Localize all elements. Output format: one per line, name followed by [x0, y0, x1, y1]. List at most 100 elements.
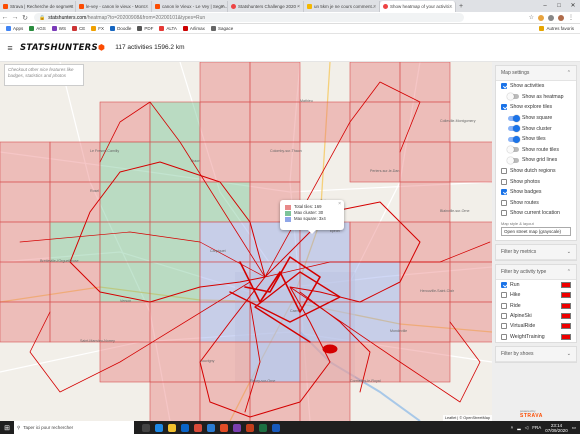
checkbox[interactable] [501, 281, 507, 288]
language-indicator[interactable]: FRA [532, 425, 541, 430]
edge-icon[interactable] [155, 423, 163, 432]
bookmark-item[interactable]: WS [51, 26, 66, 31]
activity-type-row[interactable]: Ride [496, 300, 576, 310]
chevron-up-icon[interactable]: ⌃ [567, 269, 571, 275]
tab-close-icon[interactable]: × [297, 4, 300, 10]
tab-close-icon[interactable]: × [373, 4, 376, 10]
checkbox[interactable] [501, 168, 507, 175]
bookmark-item[interactable]: Doodle [110, 26, 131, 31]
filter-type-header[interactable]: Filter by activity type ⌃ [496, 264, 576, 280]
more-menu-icon[interactable]: ⋮ [568, 14, 574, 21]
clock[interactable]: 23:14 07/09/2020 [545, 423, 568, 433]
color-picker[interactable] [561, 313, 571, 320]
checkbox[interactable] [501, 104, 507, 111]
setting-option[interactable]: Show as heatmap [496, 92, 576, 103]
toggle-switch[interactable] [508, 114, 520, 122]
toggle-switch[interactable] [508, 125, 520, 133]
bookmark-item[interactable]: AGS [29, 26, 46, 31]
taskbar-search[interactable]: ⚲ Taper ici pour rechercher [14, 421, 134, 434]
chrome-icon[interactable] [220, 423, 228, 432]
excel-icon[interactable] [259, 423, 267, 432]
browser-tab[interactable]: Show heatmap of your activiti... × [380, 1, 456, 12]
checkbox[interactable] [501, 292, 507, 299]
profile-avatar[interactable] [558, 14, 564, 21]
checkbox[interactable] [501, 83, 507, 90]
toggle-switch[interactable] [507, 156, 519, 164]
app-icon[interactable] [233, 423, 241, 432]
setting-option[interactable]: Show routes [496, 198, 576, 209]
maximize-icon[interactable]: □ [552, 0, 566, 12]
windows-start-icon[interactable]: ⊞ [0, 424, 14, 432]
browser-tab[interactable]: Strava | Recherche de segment × [0, 1, 76, 12]
strava-badge[interactable]: powered by STRAVA [520, 409, 543, 419]
powerpoint-icon[interactable] [246, 423, 254, 432]
forward-icon[interactable]: → [10, 14, 20, 21]
bookmark-item[interactable]: FX [91, 26, 104, 31]
checkbox[interactable] [501, 199, 507, 206]
toggle-switch[interactable] [507, 146, 519, 154]
extension-icon[interactable] [538, 14, 544, 21]
setting-option[interactable]: Show cluster [496, 123, 576, 134]
color-picker[interactable] [561, 292, 571, 299]
filter-shoes-header[interactable]: Filter by shoes ⌄ [496, 346, 576, 362]
activity-type-row[interactable]: AlpineSki [496, 311, 576, 321]
hamburger-icon[interactable]: ≡ [0, 43, 20, 53]
chevron-up-icon[interactable]: ⌃ [567, 70, 571, 76]
tab-close-icon[interactable]: × [449, 4, 452, 10]
url-input[interactable]: 🔒 statshunters.com /heatmap?to=20200908&… [34, 13, 464, 22]
checkbox[interactable] [501, 323, 507, 330]
logo[interactable]: STATSHUNTERS⬢ [20, 43, 105, 53]
browser-tab[interactable]: un 5km je ne cours comment... × [304, 1, 380, 12]
bookmark-star-icon[interactable]: ☆ [529, 14, 534, 21]
notifications-icon[interactable]: ▭ [572, 425, 576, 431]
minimize-icon[interactable]: – [538, 0, 552, 12]
reload-icon[interactable]: ↻ [20, 14, 30, 22]
back-icon[interactable]: ← [0, 14, 10, 21]
new-tab-button[interactable]: + [456, 1, 466, 12]
filter-metrics-header[interactable]: Filter by metrics ⌄ [496, 244, 576, 260]
activity-type-row[interactable]: VirtualRide [496, 321, 576, 331]
setting-option[interactable]: Show current location [496, 208, 576, 219]
bookmark-item[interactable]: Autres favoris [539, 26, 580, 31]
browser-tab[interactable]: le-vey - canon le vieux - Mont... × [76, 1, 152, 12]
browser-tab[interactable]: canon le Vieux - Le Vey | Segm... × [152, 1, 228, 12]
close-icon[interactable]: ✕ [566, 0, 580, 12]
word-icon[interactable] [272, 423, 280, 432]
extension-icon[interactable] [548, 14, 554, 21]
setting-option[interactable]: Show dutch regions [496, 166, 576, 177]
tab-close-icon[interactable]: × [145, 4, 148, 10]
setting-option[interactable]: Show activities [496, 81, 576, 92]
office-icon[interactable] [194, 423, 202, 432]
checkbox[interactable] [501, 210, 507, 217]
checkbox[interactable] [501, 333, 507, 340]
toggle-switch[interactable] [508, 135, 520, 143]
bookmark-item[interactable]: Apps [6, 26, 23, 31]
checkbox[interactable] [501, 189, 507, 196]
explorer-icon[interactable] [168, 423, 176, 432]
browser-tab[interactable]: Statshunters Challenge 2020 - × [228, 1, 304, 12]
tray-chevron-icon[interactable]: ˄ [511, 425, 514, 430]
map-settings-header[interactable]: Map settings ⌃ [496, 66, 576, 81]
tab-close-icon[interactable]: × [69, 4, 72, 10]
mail-icon[interactable] [207, 423, 215, 432]
setting-option[interactable]: Show badges [496, 187, 576, 198]
setting-option[interactable]: Show tiles [496, 134, 576, 145]
toggle-switch[interactable] [507, 93, 519, 101]
checkbox[interactable] [501, 302, 507, 309]
activity-type-row[interactable]: Run [496, 280, 576, 290]
bookmark-item[interactable]: Arlimax [182, 26, 205, 31]
tab-close-icon[interactable]: × [221, 4, 224, 10]
bookmark-item[interactable]: CE [72, 26, 85, 31]
popup-close-icon[interactable]: × [338, 201, 341, 207]
setting-option[interactable]: Show square [496, 113, 576, 124]
bookmark-item[interactable]: Sagace [210, 26, 233, 31]
setting-option[interactable]: Show explore tiles [496, 102, 576, 113]
setting-option[interactable]: Show route tiles [496, 145, 576, 156]
color-picker[interactable] [561, 302, 571, 309]
store-icon[interactable] [181, 423, 189, 432]
activity-type-row[interactable]: WeightTraining [496, 332, 576, 342]
chevron-down-icon[interactable]: ⌄ [567, 249, 571, 255]
task-view-icon[interactable] [142, 423, 150, 432]
checkbox[interactable] [501, 178, 507, 185]
bookmark-item[interactable]: ALTA [159, 26, 177, 31]
